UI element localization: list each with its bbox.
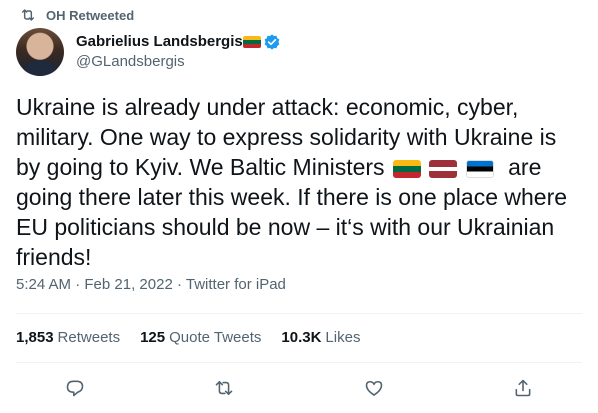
likes-stat[interactable]: 10.3K Likes xyxy=(281,329,360,346)
verified-badge-icon xyxy=(264,34,280,50)
retweets-stat[interactable]: 1,853 Retweets xyxy=(16,329,120,346)
author-handle[interactable]: @GLandsbergis xyxy=(76,52,281,72)
author-names: Gabrielius Landsbergis @GLandsbergis xyxy=(76,32,281,72)
like-icon[interactable] xyxy=(364,378,384,398)
baltic-flags xyxy=(392,152,496,182)
latvia-flag-icon xyxy=(429,159,458,178)
tweet-text: Ukraine is already under attack: economi… xyxy=(16,92,586,272)
quotes-count: 125 xyxy=(140,329,166,346)
share-icon[interactable] xyxy=(513,378,533,398)
estonia-flag-icon xyxy=(465,159,494,178)
retweet-context[interactable]: OH Retweeted xyxy=(20,6,134,24)
lithuania-flag-icon xyxy=(242,36,261,48)
lithuania-flag-icon xyxy=(392,159,421,178)
tweet-actions xyxy=(0,374,598,402)
divider xyxy=(16,362,582,363)
meta-separator: · xyxy=(71,276,85,293)
likes-count: 10.3K xyxy=(281,329,322,346)
divider xyxy=(16,313,582,314)
tweet-header: Gabrielius Landsbergis @GLandsbergis xyxy=(16,28,281,76)
retweet-icon xyxy=(21,9,35,21)
author-name-line[interactable]: Gabrielius Landsbergis xyxy=(76,32,281,52)
avatar[interactable] xyxy=(16,28,64,76)
likes-label: Likes xyxy=(325,329,361,346)
tweet-time[interactable]: 5:24 AM xyxy=(16,276,71,293)
reply-icon[interactable] xyxy=(65,378,85,398)
quotes-stat[interactable]: 125 Quote Tweets xyxy=(140,329,261,346)
tweet-source[interactable]: Twitter for iPad xyxy=(186,276,286,293)
retweet-context-label: OH Retweeted xyxy=(46,7,135,23)
tweet-meta: 5:24 AM · Feb 21, 2022 · Twitter for iPa… xyxy=(16,276,286,293)
display-name[interactable]: Gabrielius Landsbergis xyxy=(76,32,243,52)
meta-separator: · xyxy=(172,276,186,293)
tweet-stats: 1,853 Retweets 125 Quote Tweets 10.3K Likes xyxy=(16,329,360,346)
retweet-icon[interactable] xyxy=(214,378,234,398)
quotes-label: Quote Tweets xyxy=(169,329,262,346)
retweets-label: Retweets xyxy=(57,329,121,346)
retweets-count: 1,853 xyxy=(16,329,54,346)
tweet-date[interactable]: Feb 21, 2022 xyxy=(84,276,172,293)
